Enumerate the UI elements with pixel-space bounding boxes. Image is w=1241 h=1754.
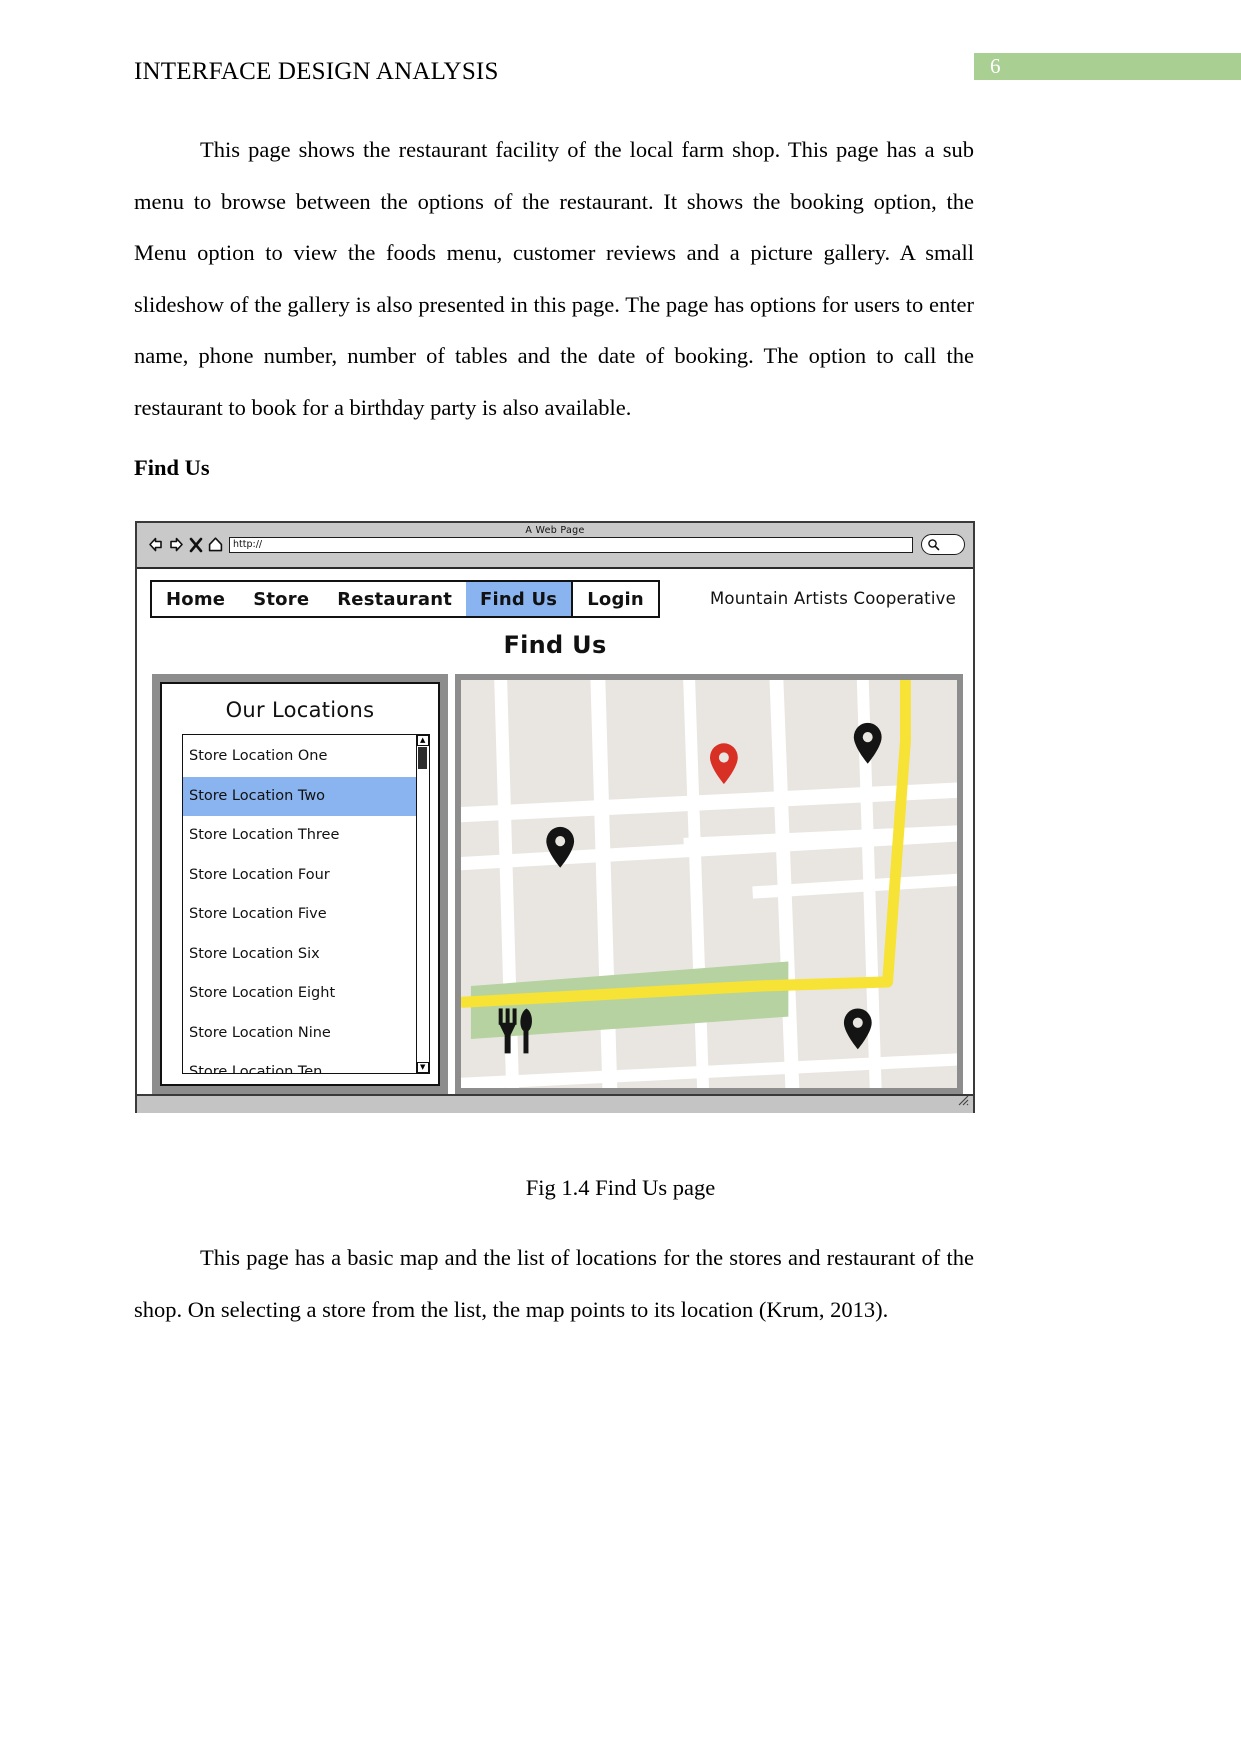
list-item[interactable]: Store Location Nine <box>183 1014 416 1054</box>
browser-status-bar <box>137 1094 973 1113</box>
nav-item-find-us[interactable]: Find Us <box>466 582 572 616</box>
locations-listbox[interactable]: Store Location One Store Location Two St… <box>182 734 430 1074</box>
locations-list: Store Location One Store Location Two St… <box>183 735 416 1073</box>
browser-chrome-bar: A Web Page http:// <box>137 523 973 569</box>
figure-caption: Fig 1.4 Find Us page <box>525 1175 716 1200</box>
page-title: Find Us <box>503 631 607 659</box>
browser-window: A Web Page http:// Home Store Restaurant… <box>135 521 975 1113</box>
close-x-icon[interactable] <box>189 537 203 553</box>
site-nav-menu: Home Store Restaurant Find Us Login <box>150 580 660 618</box>
scroll-up-icon[interactable]: ▲ <box>417 735 429 746</box>
locations-panel-title: Our Locations <box>225 698 375 722</box>
map-panel[interactable] <box>455 674 963 1094</box>
figure-find-us-mockup: A Web Page http:// Home Store Restaurant… <box>135 521 975 1136</box>
magnifier-icon <box>928 539 940 551</box>
url-bar[interactable]: http:// <box>229 537 913 553</box>
list-item[interactable]: Store Location Four <box>183 856 416 896</box>
body-text-block-2: This page has a basic map and the list o… <box>134 1232 974 1335</box>
search-button[interactable] <box>921 534 965 555</box>
locations-panel: Our Locations Store Location One Store L… <box>152 674 448 1094</box>
url-text: http:// <box>233 539 263 550</box>
section-heading-find-us: Find Us <box>134 455 210 480</box>
paragraph-conclusion: This page has a basic map and the list o… <box>134 1245 974 1322</box>
list-item[interactable]: Store Location Five <box>183 895 416 935</box>
locations-scrollbar[interactable]: ▲ ▼ <box>416 735 429 1073</box>
resize-grip-icon[interactable] <box>957 1093 969 1111</box>
nav-item-store[interactable]: Store <box>239 582 323 616</box>
list-item[interactable]: Store Location Six <box>183 935 416 975</box>
scroll-down-icon[interactable]: ▼ <box>417 1062 429 1073</box>
locations-panel-inner: Our Locations Store Location One Store L… <box>160 682 440 1086</box>
nav-item-login[interactable]: Login <box>571 582 658 616</box>
list-item[interactable]: Store Location Ten <box>183 1053 416 1073</box>
page-number-badge: 6 <box>974 53 1241 80</box>
browser-nav-icons <box>147 536 224 553</box>
map-graphic <box>461 680 957 1088</box>
site-brand-name: Mountain Artists Cooperative <box>710 589 956 608</box>
paragraph-intro: This page shows the restaurant facility … <box>134 137 974 420</box>
page-number: 6 <box>990 54 1001 78</box>
scrollbar-thumb[interactable] <box>418 747 427 769</box>
window-title: A Web Page <box>525 525 585 536</box>
home-icon[interactable] <box>207 536 224 553</box>
back-arrow-icon[interactable] <box>147 536 164 553</box>
page-content-row: Our Locations Store Location One Store L… <box>152 674 963 1094</box>
nav-item-restaurant[interactable]: Restaurant <box>323 582 466 616</box>
list-item[interactable]: Store Location Two <box>183 776 416 816</box>
forward-arrow-icon[interactable] <box>168 536 185 553</box>
list-item[interactable]: Store Location Three <box>183 816 416 856</box>
rendered-web-page: Home Store Restaurant Find Us Login Moun… <box>137 569 973 1113</box>
map-canvas[interactable] <box>461 680 957 1088</box>
list-item[interactable]: Store Location Eight <box>183 974 416 1014</box>
running-head: INTERFACE DESIGN ANALYSIS <box>134 58 499 85</box>
nav-item-home[interactable]: Home <box>152 582 239 616</box>
body-text-block: This page shows the restaurant facility … <box>134 124 974 433</box>
document-header: INTERFACE DESIGN ANALYSIS 6 <box>0 53 1241 98</box>
list-item[interactable]: Store Location One <box>183 737 416 777</box>
